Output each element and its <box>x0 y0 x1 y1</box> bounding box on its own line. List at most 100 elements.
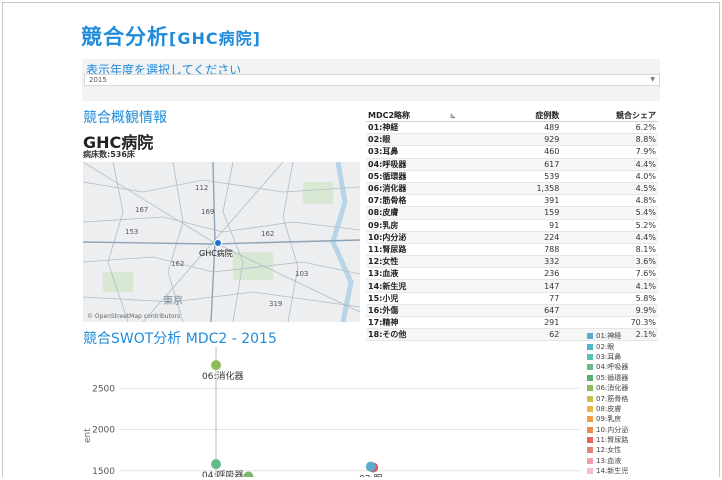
point-label: 06:消化器 <box>202 370 244 382</box>
swot-scatter-svg: 1500 2000 2500 06:消化器 04:呼吸器 02:眼 <box>92 347 581 477</box>
y-tick-label: 2500 <box>92 384 115 394</box>
legend-label: 12:女性 <box>596 446 622 455</box>
cases-cell: 929 <box>464 133 562 147</box>
legend-swatch <box>587 343 593 350</box>
share-cell: 4.8% <box>561 194 658 208</box>
cases-cell: 332 <box>464 255 562 269</box>
legend-item[interactable]: 02:眼 <box>587 341 667 351</box>
map-route-label: 103 <box>295 270 309 278</box>
table-row[interactable]: 17:精神 291 70.3% <box>366 316 658 330</box>
page-title-main: 競合分析 <box>81 25 169 49</box>
legend-item[interactable]: 14:新生児 <box>587 466 667 476</box>
legend-item[interactable]: 06:消化器 <box>587 383 667 393</box>
year-filter-panel: 表示年度を選択してください 2015 ▼ <box>82 59 660 101</box>
cases-cell: 617 <box>464 158 562 171</box>
table-row[interactable]: 14:新生児 147 4.1% <box>366 279 658 293</box>
cases-cell: 147 <box>464 279 562 293</box>
y-tick-label: 1500 <box>92 467 115 477</box>
cases-cell: 539 <box>464 170 562 183</box>
share-cell: 9.9% <box>561 304 658 318</box>
cases-cell: 159 <box>464 206 562 220</box>
legend-swatch <box>587 405 593 412</box>
table-row[interactable]: 05:循環器 539 4.0% <box>366 170 658 183</box>
table-row[interactable]: 02:眼 929 8.8% <box>366 133 658 147</box>
legend-item[interactable]: 13:血液 <box>587 456 667 466</box>
mdc-name-cell: 14:新生児 <box>366 279 465 293</box>
legend-item[interactable]: 05:循環器 <box>587 373 667 383</box>
legend-swatch <box>587 447 593 454</box>
mdc-name-cell: 13:血液 <box>366 267 465 281</box>
legend-swatch <box>587 457 593 464</box>
column-header-mdc[interactable]: MDC2略称 ⊾ <box>366 109 465 122</box>
table-row[interactable]: 10:内分泌 224 4.4% <box>366 231 658 244</box>
mdc-name-cell: 15:小児 <box>366 292 465 305</box>
scatter-point[interactable] <box>211 459 222 470</box>
legend-item[interactable]: 03:耳鼻 <box>587 352 667 362</box>
table-row[interactable]: 07:筋骨格 391 4.8% <box>366 194 658 208</box>
legend-item[interactable]: 04:呼吸器 <box>587 362 667 372</box>
scatter-point[interactable] <box>243 471 254 477</box>
legend-label: 01:神経 <box>596 332 622 341</box>
legend-item[interactable]: 08:皮膚 <box>587 404 667 414</box>
table-row[interactable]: 04:呼吸器 617 4.4% <box>366 158 658 171</box>
hospital-location-pin-icon[interactable] <box>214 239 222 247</box>
legend-item[interactable]: 11:腎尿路 <box>587 435 667 445</box>
scatter-point[interactable] <box>365 461 376 472</box>
table-row[interactable]: 06:消化器 1,358 4.5% <box>366 182 658 196</box>
table-row[interactable]: 12:女性 332 3.6% <box>366 255 658 269</box>
cases-cell: 788 <box>464 243 562 257</box>
mdc-name-cell: 05:循環器 <box>366 170 465 183</box>
legend-swatch <box>587 416 593 423</box>
dashboard-frame: 競合分析[GHC病院] 表示年度を選択してください 2015 ▼ 競合概観情報 … <box>2 2 720 477</box>
legend-swatch <box>587 374 593 381</box>
legend-item[interactable]: 07:筋骨格 <box>587 393 667 403</box>
table-row[interactable]: 11:腎尿路 788 8.1% <box>366 243 658 257</box>
map-route-label: 169 <box>201 208 215 216</box>
table-row[interactable]: 13:血液 236 7.6% <box>366 267 658 281</box>
legend-swatch <box>587 353 593 360</box>
hospital-map[interactable]: 112 167 169 162 153 162 103 319 東京 GHC病院… <box>83 162 360 322</box>
column-header-share[interactable]: 競合シェア <box>561 109 658 122</box>
table-row[interactable]: 08:皮膚 159 5.4% <box>366 206 658 220</box>
sort-icon[interactable]: ⊾ <box>450 112 456 120</box>
legend-item[interactable]: 01:神経 <box>587 331 667 341</box>
point-label: 02:眼 <box>359 473 383 477</box>
mdc-name-cell: 03:耳鼻 <box>366 145 465 159</box>
table-row[interactable]: 03:耳鼻 460 7.9% <box>366 145 658 159</box>
legend-item[interactable]: 10:内分泌 <box>587 425 667 435</box>
legend-label: 14:新生児 <box>596 467 629 476</box>
mdc-name-cell: 17:精神 <box>366 316 465 330</box>
legend-item[interactable]: 09:乳房 <box>587 414 667 424</box>
table-row[interactable]: 16:外傷 647 9.9% <box>366 304 658 318</box>
map-credit[interactable]: © OpenStreetMap contributors <box>87 313 180 320</box>
column-header-cases[interactable]: 症例数 <box>464 109 562 122</box>
share-cell: 6.2% <box>561 121 658 135</box>
cases-cell: 77 <box>464 292 562 305</box>
mdc-name-cell: 08:皮膚 <box>366 206 465 220</box>
cases-cell: 236 <box>464 267 562 281</box>
legend-item[interactable]: 12:女性 <box>587 445 667 455</box>
legend-label: 03:耳鼻 <box>596 352 622 361</box>
map-route-label: 153 <box>125 228 139 236</box>
mdc-name-cell: 06:消化器 <box>366 182 465 196</box>
map-route-label: 319 <box>269 300 283 308</box>
map-route-label: 112 <box>195 184 209 192</box>
bed-count: 病床数:536床 <box>83 150 135 159</box>
dropdown-arrow-icon[interactable]: ▼ <box>650 75 655 85</box>
chart-legend: 01:神経 02:眼 03:耳鼻 04:呼吸器 05:循環器 06:消化器 07:筋骨格 08… <box>587 331 667 476</box>
mdc-name-cell: 18:その他 <box>366 328 465 342</box>
legend-label: 10:内分泌 <box>596 425 629 434</box>
share-cell: 7.9% <box>561 145 658 159</box>
table-row[interactable]: 15:小児 77 5.8% <box>366 292 658 305</box>
year-select[interactable]: 2015 ▼ <box>84 74 660 86</box>
table-row[interactable]: 01:神経 489 6.2% <box>366 121 658 135</box>
table-row[interactable]: 09:乳房 91 5.2% <box>366 219 658 232</box>
scatter-point[interactable] <box>211 360 222 371</box>
page-title: 競合分析[GHC病院] <box>81 21 261 51</box>
legend-label: 08:皮膚 <box>596 404 622 413</box>
mdc-name-cell: 11:腎尿路 <box>366 243 465 257</box>
y-axis-label: ent <box>83 428 93 443</box>
share-cell: 4.4% <box>561 231 658 244</box>
share-cell: 4.5% <box>561 182 658 196</box>
share-cell: 5.4% <box>561 206 658 220</box>
